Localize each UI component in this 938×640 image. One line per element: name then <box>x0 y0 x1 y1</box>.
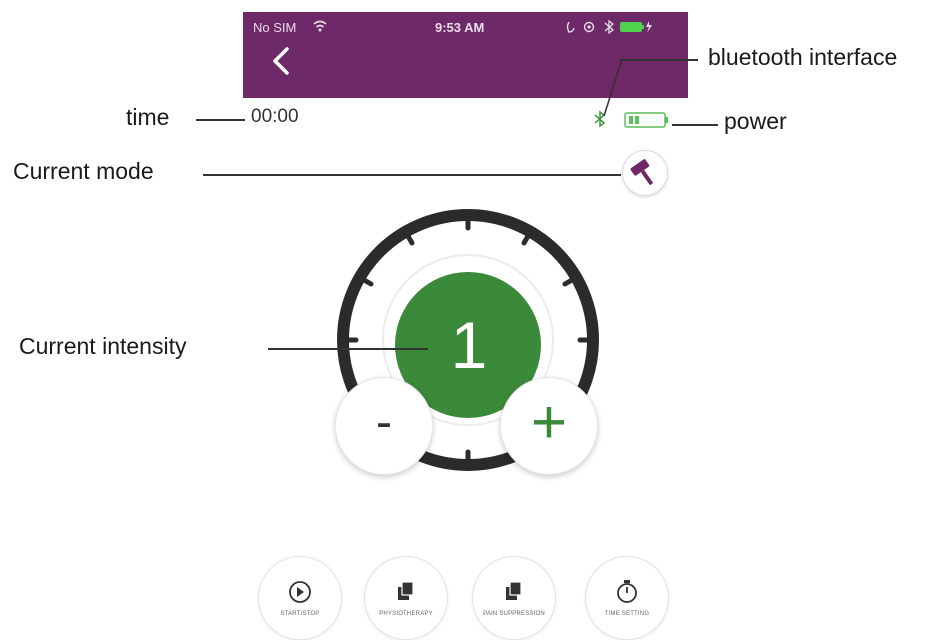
copy-icon <box>506 581 522 600</box>
annotation-leader-bluetooth <box>603 58 623 117</box>
annotation-current-mode: Current mode <box>13 158 154 184</box>
annotation-line-time <box>196 119 245 121</box>
current-mode-button[interactable] <box>622 150 668 196</box>
annotation-line-intensity <box>268 348 428 350</box>
pain-suppression-button[interactable]: PAIN SUPPRESSION <box>472 556 556 640</box>
status-icons <box>566 19 652 35</box>
decrease-button[interactable]: - <box>335 377 433 475</box>
annotation-current-intensity: Current intensity <box>19 333 187 359</box>
timer-display: 00:00 <box>251 106 299 127</box>
annotation-bluetooth: bluetooth interface <box>708 44 898 70</box>
dial-tick <box>404 231 415 246</box>
increase-label: + <box>530 388 568 457</box>
annotation-line-power <box>672 124 718 126</box>
dial-tick <box>521 231 532 246</box>
dial-tick <box>359 276 374 287</box>
hammer-icon <box>630 159 653 185</box>
carrier-label: No SIM <box>253 20 297 35</box>
increase-button[interactable]: + <box>500 377 598 475</box>
start-stop-button[interactable]: START/STOP <box>258 556 342 640</box>
physiotherapy-button[interactable]: PHYSIOTHERAPY <box>364 556 448 640</box>
annotation-time: time <box>126 104 170 130</box>
pain-suppression-label: PAIN SUPPRESSION <box>483 611 545 617</box>
copy-icon <box>398 581 414 600</box>
annotation-line-mode <box>203 174 621 176</box>
dial-tick <box>562 276 577 287</box>
start-stop-label: START/STOP <box>280 611 320 617</box>
play-icon <box>289 581 311 603</box>
wifi-icon <box>313 20 327 32</box>
back-button[interactable] <box>268 46 294 76</box>
time-setting-label: TIME SETTING <box>604 611 650 617</box>
stopwatch-icon <box>617 580 637 603</box>
battery-icon <box>624 112 668 128</box>
annotation-power: power <box>724 108 787 134</box>
annotation-line-bluetooth <box>620 59 698 61</box>
time-setting-button[interactable]: TIME SETTING <box>585 556 669 640</box>
clock-label: 9:53 AM <box>435 20 485 35</box>
decrease-label: - <box>376 396 392 449</box>
physiotherapy-label: PHYSIOTHERAPY <box>379 611 433 617</box>
